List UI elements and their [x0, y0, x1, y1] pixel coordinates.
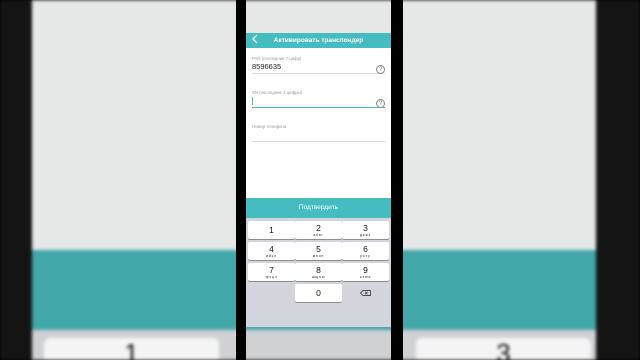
sn-underline: [252, 107, 385, 108]
key-number: 0: [316, 288, 321, 298]
phone-screen: Активировать транспондер PAN (последние …: [246, 33, 391, 327]
key-letters: абвг: [313, 233, 324, 237]
key-number: 9: [363, 265, 368, 275]
key-4[interactable]: 4 ийкл: [248, 242, 295, 260]
chevron-left-icon[interactable]: [252, 34, 258, 48]
key-2[interactable]: 2 абвг: [295, 221, 342, 239]
key-0[interactable]: 0: [295, 284, 342, 302]
key-number: 3: [363, 223, 368, 233]
phone-number-input[interactable]: [252, 130, 385, 140]
pillarbox-right: [391, 0, 403, 360]
background-edge-right: [596, 0, 640, 360]
background-key-left: 1: [44, 338, 219, 360]
key-8[interactable]: 8 шщъы: [295, 263, 342, 281]
key-letters: ийкл: [266, 254, 277, 258]
key-letters: мноп: [312, 254, 325, 258]
phone-number-underline: [252, 141, 385, 142]
key-number: 8: [316, 265, 321, 275]
backspace-icon: [360, 290, 371, 296]
key-number: 2: [316, 223, 321, 233]
app-header: Активировать транспондер: [246, 33, 391, 48]
page-title: Активировать транспондер: [273, 37, 364, 44]
pan-field[interactable]: PAN (последние 7 цифр) 8596635 ?: [252, 56, 385, 74]
key-9[interactable]: 9 ьэюя: [342, 263, 389, 281]
background-key-right: 3: [416, 338, 591, 360]
key-number: 7: [269, 265, 274, 275]
confirm-button[interactable]: Подтвердить: [246, 198, 391, 218]
delete-key[interactable]: [342, 284, 389, 302]
sn-input[interactable]: [252, 96, 385, 106]
key-letters: рсту: [360, 254, 371, 258]
pillarbox-left: [236, 0, 246, 360]
key-number: 6: [363, 244, 368, 254]
pan-underline: [252, 73, 385, 74]
key-3[interactable]: 3 дежз: [342, 221, 389, 239]
key-1[interactable]: 1: [248, 221, 295, 239]
text-cursor: [252, 97, 253, 106]
key-5[interactable]: 5 мноп: [295, 242, 342, 260]
key-number: 5: [316, 244, 321, 254]
key-6[interactable]: 6 рсту: [342, 242, 389, 260]
pan-input[interactable]: 8596635: [252, 62, 385, 72]
numeric-keypad: 1 2 абвг 3 дежз 4 ийкл 5 мноп 6 рсту 7 ф…: [246, 218, 391, 327]
key-letters: дежз: [359, 233, 372, 237]
key-7[interactable]: 7 фхцч: [248, 263, 295, 281]
key-number: 1: [269, 225, 274, 235]
question-circle-icon[interactable]: ?: [376, 99, 385, 108]
sn-field[interactable]: SN (последние 4 цифры) ?: [252, 90, 385, 108]
key-number: 4: [269, 244, 274, 254]
background-edge-left: [0, 0, 32, 360]
key-letters: ьэюя: [359, 275, 372, 279]
question-circle-icon[interactable]: ?: [376, 65, 385, 74]
key-letters: фхцч: [265, 275, 278, 279]
phone-number-field[interactable]: Номер телефона: [252, 124, 385, 142]
key-letters: шщъы: [311, 275, 326, 279]
